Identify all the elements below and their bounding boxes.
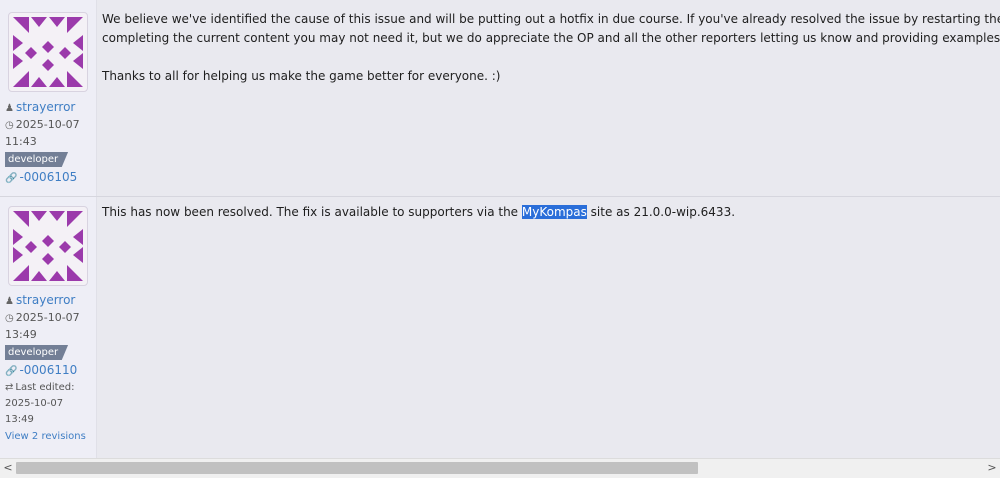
- role-badge: developer: [5, 345, 69, 360]
- post-time: 11:43: [5, 135, 37, 148]
- post-1: ♟ strayerror ◷ 2025-10-07 11:43 developer …: [0, 0, 1000, 196]
- post-meta: ♟ strayerror ◷ 2025-10-07 13:49 developer …: [5, 292, 86, 445]
- post-date: 2025-10-07: [15, 118, 80, 131]
- post-2: ♟ strayerror ◷ 2025-10-07 13:49 developer …: [0, 197, 1000, 458]
- view-revisions-link[interactable]: View 2 revisions: [5, 431, 86, 442]
- avatar[interactable]: [8, 206, 88, 286]
- horizontal-scrollbar[interactable]: < >: [0, 458, 1000, 478]
- link-icon: 🔗: [5, 173, 18, 184]
- username-link[interactable]: strayerror: [16, 293, 75, 307]
- edited-time: 13:49: [5, 414, 34, 425]
- post-paragraph: Thanks to all for helping us make the ga…: [102, 69, 501, 83]
- post-sidebar: ♟ strayerror ◷ 2025-10-07 13:49 developer …: [0, 197, 97, 458]
- post-paragraph: completing the current content you may n…: [102, 31, 1000, 45]
- post-paragraph: We believe we've identified the cause of…: [102, 12, 1000, 26]
- scrollbar-thumb[interactable]: [16, 462, 698, 474]
- last-edited-label: Last edited:: [15, 382, 75, 393]
- scroll-right-button[interactable]: >: [985, 461, 999, 475]
- clock-icon: ◷: [5, 120, 14, 131]
- post-date: 2025-10-07: [15, 311, 80, 324]
- retweet-icon: ⇄: [5, 382, 14, 393]
- user-icon: ♟: [5, 103, 14, 114]
- post-sidebar: ♟ strayerror ◷ 2025-10-07 11:43 developer …: [0, 0, 97, 196]
- scroll-left-button[interactable]: <: [1, 461, 15, 475]
- role-badge: developer: [5, 152, 69, 167]
- edited-date: 2025-10-07: [5, 398, 64, 409]
- user-icon: ♟: [5, 296, 14, 307]
- post-time: 13:49: [5, 328, 37, 341]
- link-icon: 🔗: [5, 366, 18, 377]
- post-id-link[interactable]: -0006105: [19, 170, 77, 184]
- clock-icon: ◷: [5, 313, 14, 324]
- post-meta: ♟ strayerror ◷ 2025-10-07 11:43 developer …: [5, 99, 80, 187]
- post-id-link[interactable]: -0006110: [19, 363, 77, 377]
- post-body: This has now been resolved. The fix is a…: [102, 203, 1000, 222]
- avatar[interactable]: [8, 12, 88, 92]
- post-body: We believe we've identified the cause of…: [102, 10, 1000, 105]
- username-link[interactable]: strayerror: [16, 100, 75, 114]
- post-text: site as 21.0.0-wip.6433.: [586, 205, 736, 219]
- mykompas-link[interactable]: MyKompas: [521, 205, 587, 219]
- post-text: This has now been resolved. The fix is a…: [102, 205, 522, 219]
